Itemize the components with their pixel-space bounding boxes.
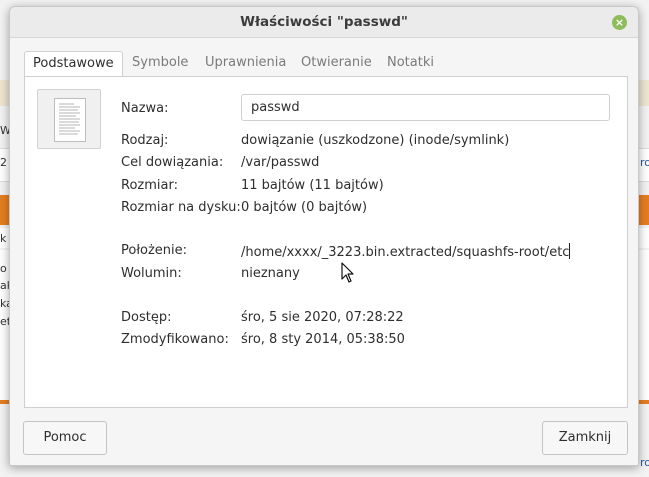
location-value[interactable]: /home/xxxx/_3223.bin.extracted/squashfs-… — [241, 243, 571, 260]
name-label: Nazwa: — [121, 101, 169, 116]
dialog-title: Właściwości "passwd" — [240, 14, 408, 30]
help-button[interactable]: Pomoc — [23, 421, 107, 455]
modified-label: Zmodyfikowano: — [121, 332, 229, 347]
background-link: ro — [640, 156, 649, 169]
volume-label: Wolumin: — [121, 266, 182, 281]
type-value: dowiązanie (uszkodzone) (inode/symlink) — [241, 133, 510, 148]
tab-permissions[interactable]: Uprawnienia — [197, 51, 294, 77]
text-document-icon — [54, 98, 86, 142]
background-text: o — [0, 262, 7, 275]
type-label: Rodzaj: — [121, 133, 169, 148]
tab-basic[interactable]: Podstawowe — [24, 51, 123, 78]
volume-value: nieznany — [241, 266, 300, 281]
mouse-pointer-icon — [341, 262, 354, 283]
size-label: Rozmiar: — [121, 178, 178, 193]
access-label: Dostęp: — [121, 310, 172, 325]
target-label: Cel dowiązania: — [121, 155, 224, 170]
disk-size-value: 0 bajtów (0 bajtów) — [241, 200, 368, 215]
access-value: śro, 5 sie 2020, 07:28:22 — [241, 310, 404, 325]
location-label: Położenie: — [121, 243, 188, 258]
background-text: 2 — [0, 156, 7, 169]
location-text: /home/xxxx/_3223.bin.extracted/squashfs-… — [241, 245, 570, 260]
size-value: 11 bajtów (11 bajtów) — [241, 178, 384, 193]
close-button[interactable]: Zamknij — [542, 421, 628, 455]
modified-value: śro, 8 sty 2014, 05:38:50 — [241, 332, 405, 347]
name-input[interactable] — [241, 94, 610, 121]
close-icon[interactable]: × — [612, 15, 627, 30]
target-value: /var/passwd — [241, 155, 320, 170]
text-caret — [569, 243, 571, 259]
basic-panel: Nazwa: Rodzaj: dowiązanie (uszkodzone) (… — [24, 76, 628, 408]
titlebar[interactable]: Właściwości "passwd" × — [10, 7, 638, 38]
tab-open-with[interactable]: Otwieranie — [293, 51, 380, 77]
tab-emblems[interactable]: Symbole — [124, 51, 196, 77]
background-link: ro — [640, 456, 649, 469]
background-text: k — [0, 232, 7, 245]
file-icon-button[interactable] — [37, 89, 101, 149]
properties-dialog: Właściwości "passwd" × Podstawowe Symbol… — [9, 6, 639, 466]
tab-notes[interactable]: Notatki — [379, 51, 442, 77]
disk-size-label: Rozmiar na dysku: — [121, 200, 241, 215]
